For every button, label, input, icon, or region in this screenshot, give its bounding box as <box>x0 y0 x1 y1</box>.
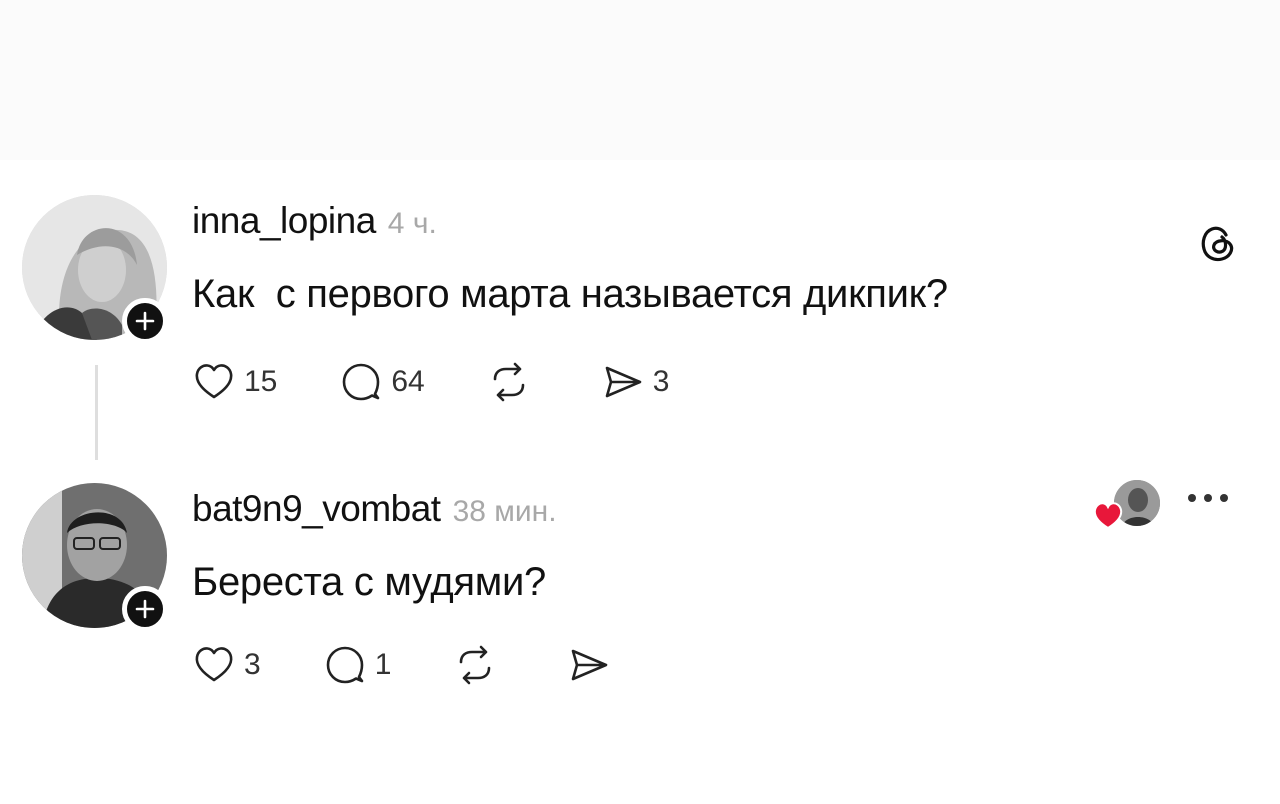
post-timestamp: 4 ч. <box>387 207 437 240</box>
author-avatar-container[interactable] <box>22 483 172 633</box>
follow-button[interactable] <box>122 586 168 632</box>
username-link[interactable]: inna_lopina <box>192 200 376 242</box>
threads-logo-icon <box>1192 218 1242 268</box>
repost-arrows-icon <box>460 645 491 685</box>
heart-outline-icon <box>195 647 233 682</box>
paper-plane-icon <box>605 366 642 398</box>
like-count: 3 <box>244 648 261 681</box>
top-blank-area <box>0 0 1280 160</box>
post-text: Как с первого марта называется дикпик? <box>192 272 948 316</box>
like-button[interactable]: 3 <box>192 643 261 687</box>
heart-filled-icon <box>1093 502 1123 530</box>
dot <box>1220 494 1228 502</box>
heart-outline-icon <box>195 364 233 399</box>
post-header: inna_lopina 4 ч. <box>192 200 437 242</box>
author-avatar-container[interactable] <box>22 195 172 345</box>
comment-count: 64 <box>391 365 425 398</box>
repost-arrows-icon <box>493 362 525 402</box>
comment-button[interactable]: 64 <box>339 360 425 404</box>
post-timestamp: 38 мин. <box>452 495 557 528</box>
post-actions: 15 64 3 <box>192 360 731 404</box>
speech-bubble-icon <box>343 363 380 401</box>
comment-count: 1 <box>374 648 392 681</box>
share-button[interactable] <box>567 643 619 687</box>
share-button[interactable]: 3 <box>601 360 670 404</box>
plus-icon <box>135 311 155 331</box>
repost-button[interactable] <box>453 643 505 687</box>
thread-connector-line <box>95 365 98 460</box>
comment-button[interactable]: 1 <box>323 643 392 687</box>
more-dots-icon[interactable] <box>1188 488 1228 508</box>
paper-plane-icon <box>572 649 608 681</box>
dot <box>1204 494 1212 502</box>
username-link[interactable]: bat9n9_vombat <box>192 488 441 530</box>
speech-bubble-icon <box>326 646 363 684</box>
like-button[interactable]: 15 <box>192 360 277 404</box>
post-actions: 3 1 <box>192 643 681 687</box>
thread-post: inna_lopina 4 ч. Как с первого марта наз… <box>0 190 1280 460</box>
share-count: 3 <box>652 365 670 398</box>
repost-button[interactable] <box>487 360 539 404</box>
like-count: 15 <box>244 365 278 398</box>
dot <box>1188 494 1196 502</box>
liked-by-author-indicator <box>1092 478 1162 538</box>
post-text: Береста с мудями? <box>192 560 546 604</box>
follow-button[interactable] <box>122 298 168 344</box>
plus-icon <box>135 599 155 619</box>
thread-post: bat9n9_vombat 38 мин. Береста с мудями? … <box>0 478 1280 728</box>
post-header: bat9n9_vombat 38 мин. <box>192 488 557 530</box>
